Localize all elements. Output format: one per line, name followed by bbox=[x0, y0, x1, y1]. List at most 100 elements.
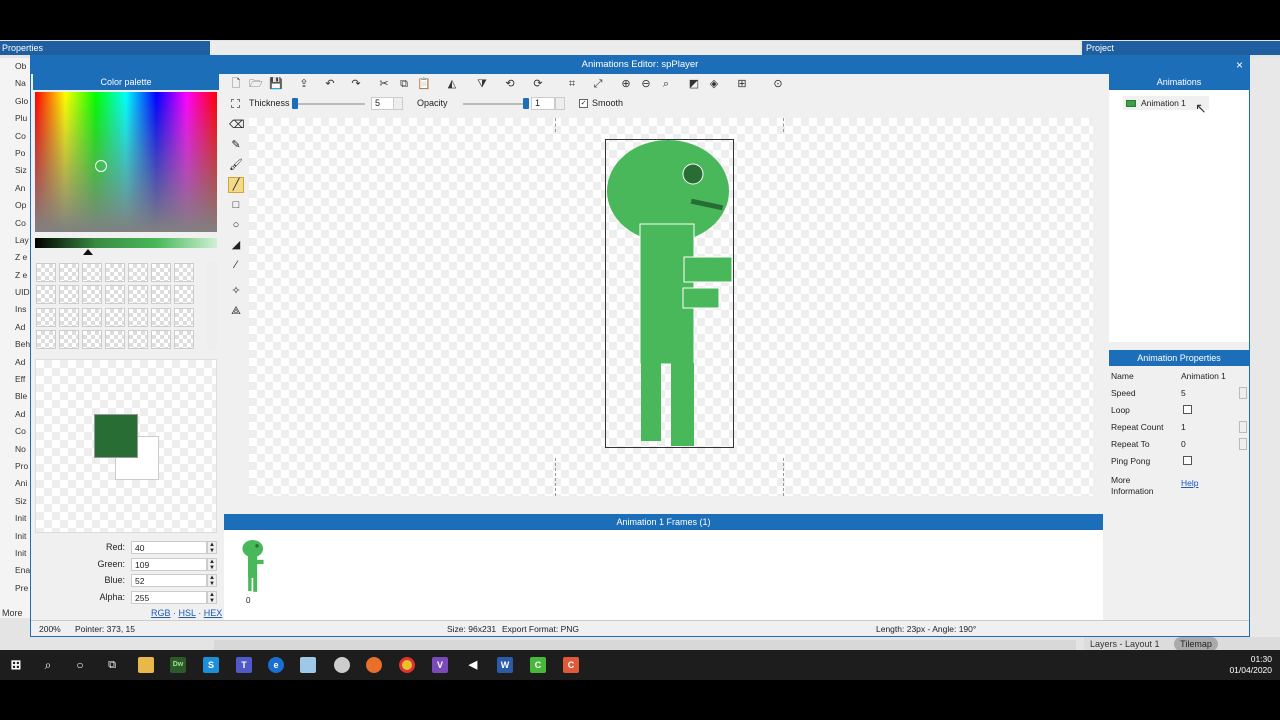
blue-field[interactable]: 52 bbox=[131, 574, 207, 587]
word-icon[interactable]: W bbox=[497, 657, 513, 673]
new-icon[interactable]: 🗋 bbox=[229, 77, 243, 91]
color-swatch[interactable] bbox=[36, 329, 56, 349]
smooth-checkbox[interactable]: ✓ bbox=[579, 99, 588, 108]
red-spinner[interactable]: ▲ ▼ bbox=[207, 541, 217, 554]
open-icon[interactable]: 🗁 bbox=[249, 77, 263, 91]
property-list-item[interactable]: Po bbox=[0, 145, 30, 162]
copy-icon[interactable]: ⧉ bbox=[397, 77, 411, 91]
property-list-item[interactable]: Pro bbox=[0, 458, 30, 475]
color-swatch[interactable] bbox=[151, 285, 171, 305]
rgb-link[interactable]: RGB bbox=[151, 608, 171, 618]
prop-repeat-to-value[interactable]: 0 bbox=[1181, 439, 1186, 449]
dreamweaver-icon[interactable]: Dw bbox=[170, 657, 186, 673]
tilemap-tab[interactable]: Tilemap bbox=[1174, 637, 1218, 651]
thickness-spinner[interactable] bbox=[393, 97, 403, 110]
property-list-item[interactable]: Ena bbox=[0, 562, 30, 579]
ping-pong-checkbox[interactable] bbox=[1183, 456, 1192, 465]
property-list-item[interactable]: Init bbox=[0, 528, 30, 545]
color-swatch[interactable] bbox=[174, 263, 194, 282]
color-swatch[interactable] bbox=[105, 307, 125, 327]
property-list-item[interactable]: Siz bbox=[0, 493, 30, 510]
app-icon[interactable] bbox=[334, 657, 350, 673]
thickness-handle[interactable] bbox=[292, 98, 298, 109]
property-list-item[interactable]: Siz bbox=[0, 162, 30, 179]
red-field[interactable]: 40 bbox=[131, 541, 207, 554]
color-swatch[interactable] bbox=[174, 307, 194, 327]
zoom-reset-icon[interactable]: ⌕ bbox=[659, 77, 673, 91]
brush-icon[interactable]: 🖌 bbox=[229, 158, 243, 172]
origin-point-icon[interactable]: ✧ bbox=[229, 284, 243, 298]
zoom-in-icon[interactable]: ⊕ bbox=[619, 77, 633, 91]
color-swatch[interactable] bbox=[36, 285, 56, 305]
opacity-slider[interactable] bbox=[463, 103, 529, 105]
property-list-item[interactable]: Co bbox=[0, 128, 30, 145]
search-icon[interactable]: ⌕ bbox=[40, 657, 56, 673]
close-icon[interactable]: × bbox=[1236, 58, 1243, 72]
property-list-item[interactable]: Na bbox=[0, 75, 30, 92]
property-list-item[interactable]: UID bbox=[0, 284, 30, 301]
property-list-item[interactable]: Init bbox=[0, 545, 30, 562]
color-swatch[interactable] bbox=[128, 329, 148, 349]
prop-repeat-count-value[interactable]: 1 bbox=[1181, 422, 1186, 432]
color-picker[interactable] bbox=[35, 92, 217, 232]
pencil-icon[interactable]: ✎ bbox=[229, 138, 243, 152]
color-swatch[interactable] bbox=[128, 263, 148, 282]
color-swatch[interactable] bbox=[151, 263, 171, 282]
color-swatch[interactable] bbox=[36, 263, 56, 282]
redo-icon[interactable]: ↷ bbox=[349, 77, 363, 91]
color-swatch[interactable] bbox=[174, 285, 194, 305]
system-clock[interactable]: 01:30 01/04/2020 bbox=[1229, 654, 1272, 676]
media-icon[interactable]: ◀ bbox=[465, 657, 481, 673]
property-list-item[interactable]: Ad bbox=[0, 406, 30, 423]
chrome-icon[interactable] bbox=[399, 657, 415, 673]
opacity-handle[interactable] bbox=[523, 98, 529, 109]
green-field[interactable]: 109 bbox=[131, 558, 207, 571]
cortana-icon[interactable]: ○ bbox=[72, 657, 88, 673]
prop-speed-value[interactable]: 5 bbox=[1181, 388, 1186, 398]
save-icon[interactable]: 💾 bbox=[269, 77, 283, 91]
property-list-item[interactable]: Ob bbox=[0, 58, 30, 75]
visual-studio-icon[interactable]: V bbox=[432, 657, 448, 673]
flip-horizontal-icon[interactable]: ◭ bbox=[445, 77, 459, 91]
property-list-item[interactable]: Plu bbox=[0, 110, 30, 127]
undo-icon[interactable]: ↶ bbox=[323, 77, 337, 91]
sprite-image-bounds[interactable] bbox=[605, 139, 734, 448]
color-swatch[interactable] bbox=[105, 263, 125, 282]
rotate-cw-icon[interactable]: ⟳ bbox=[531, 77, 545, 91]
opacity-spinner[interactable] bbox=[555, 97, 565, 110]
swatch-scrollbar[interactable] bbox=[207, 262, 217, 350]
flip-vertical-icon[interactable]: ⧩ bbox=[475, 77, 489, 91]
color-swatch[interactable] bbox=[105, 329, 125, 349]
property-list-item[interactable]: Ble bbox=[0, 388, 30, 405]
background-toggle-icon[interactable]: ◩ bbox=[687, 77, 701, 91]
hex-link[interactable]: HEX bbox=[204, 608, 223, 618]
color-swatch[interactable] bbox=[105, 285, 125, 305]
property-list-item[interactable]: No bbox=[0, 441, 30, 458]
windows-start-icon[interactable]: ⊞ bbox=[8, 657, 24, 673]
property-list-item[interactable]: An bbox=[0, 180, 30, 197]
property-list-item[interactable]: Z e bbox=[0, 249, 30, 266]
property-list-item[interactable]: Op bbox=[0, 197, 30, 214]
edge-icon[interactable]: e bbox=[268, 657, 284, 673]
eraser-icon[interactable]: ⌫ bbox=[229, 118, 245, 132]
color-swatch[interactable] bbox=[59, 285, 79, 305]
selection-icon[interactable] bbox=[231, 99, 240, 108]
canvas-horizontal-scrollbar[interactable] bbox=[249, 496, 1103, 506]
export-icon[interactable]: ⇪ bbox=[297, 77, 311, 91]
property-list-item[interactable]: Eff bbox=[0, 371, 30, 388]
color-swatch[interactable] bbox=[82, 263, 102, 282]
rotate-ccw-icon[interactable]: ⟲ bbox=[503, 77, 517, 91]
picker-handle[interactable] bbox=[95, 160, 107, 172]
task-view-icon[interactable]: ⧉ bbox=[104, 657, 120, 673]
paste-icon[interactable]: 📋 bbox=[417, 77, 431, 91]
hsl-link[interactable]: HSL bbox=[179, 608, 196, 618]
help-link[interactable]: Help bbox=[1181, 478, 1198, 488]
cut-icon[interactable]: ✂ bbox=[377, 77, 391, 91]
firefox-icon[interactable] bbox=[366, 657, 382, 673]
property-list-item[interactable]: Glo bbox=[0, 93, 30, 110]
skype-icon[interactable]: S bbox=[203, 657, 219, 673]
property-list-item[interactable]: Pre bbox=[0, 580, 30, 597]
construct-red-icon[interactable]: C bbox=[563, 657, 579, 673]
prop-repeat-to-spinner[interactable] bbox=[1239, 438, 1247, 450]
canvas-vertical-scrollbar[interactable] bbox=[1093, 118, 1103, 496]
